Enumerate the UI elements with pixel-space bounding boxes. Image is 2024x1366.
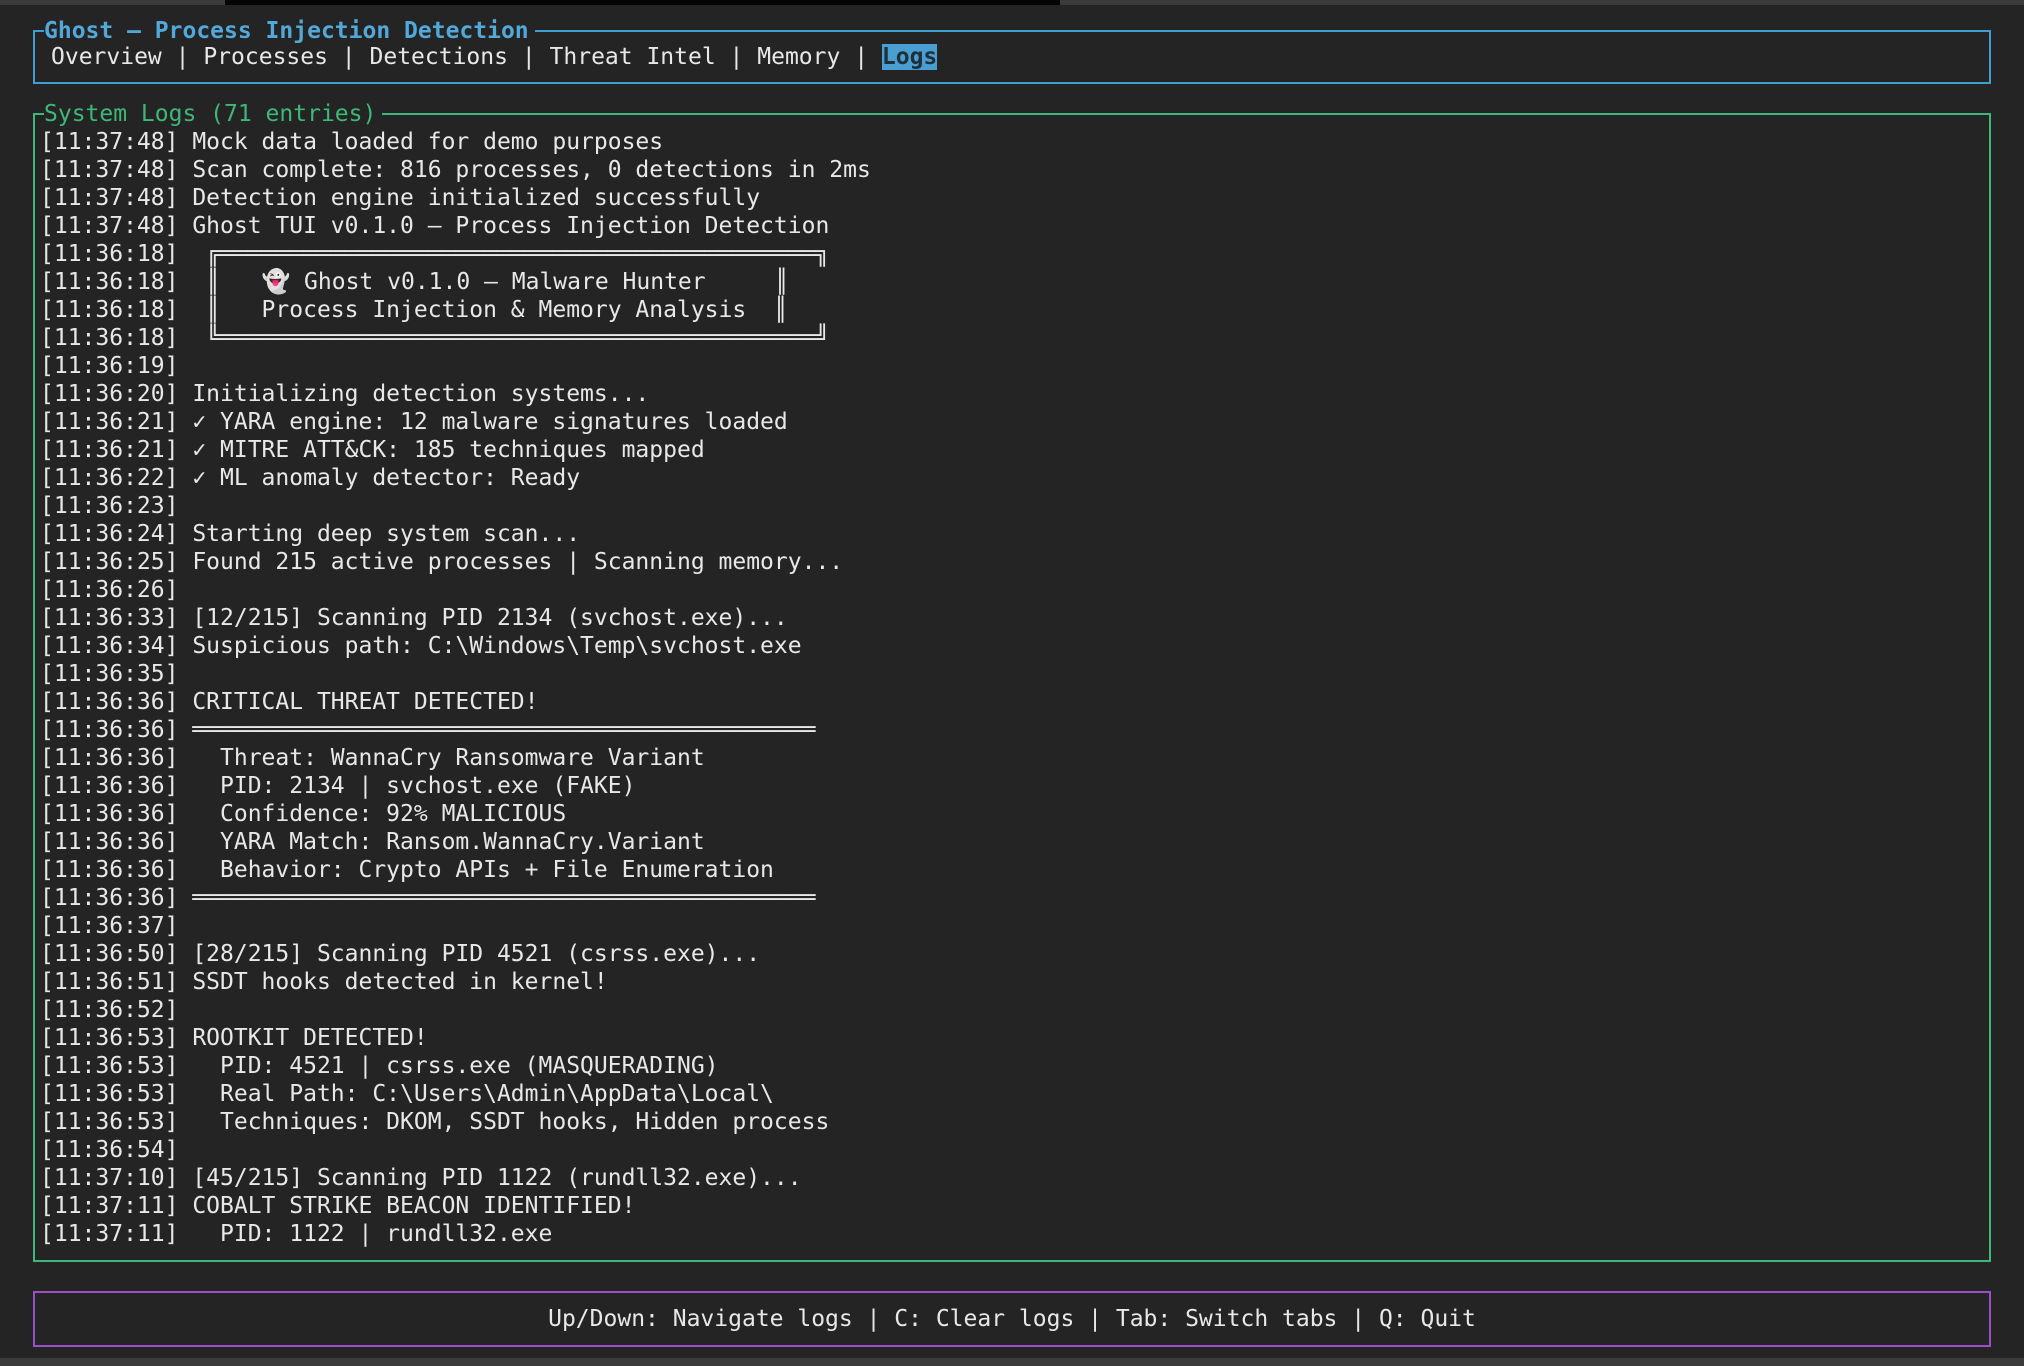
log-row: [11:36:21] ✓ YARA engine: 12 malware sig…	[40, 408, 1985, 436]
log-row: [11:36:24] Starting deep system scan...	[40, 520, 1985, 548]
log-row: [11:36:53] Real Path: C:\Users\Admin\App…	[40, 1080, 1985, 1108]
log-row: [11:37:11] PID: 1122 | rundll32.exe	[40, 1220, 1985, 1248]
log-row: [11:36:18] ║ 👻 Ghost v0.1.0 — Malware Hu…	[40, 268, 1985, 296]
log-row: [11:36:25] Found 215 active processes | …	[40, 548, 1985, 576]
log-row: [11:37:48] Ghost TUI v0.1.0 — Process In…	[40, 212, 1985, 240]
system-logs-panel: System Logs (71 entries) [11:37:48] Mock…	[33, 113, 1991, 1262]
log-row: [11:36:26]	[40, 576, 1985, 604]
log-row: [11:36:36] Confidence: 92% MALICIOUS	[40, 800, 1985, 828]
log-row: [11:36:50] [28/215] Scanning PID 4521 (c…	[40, 940, 1985, 968]
screen-top-edge	[0, 0, 2024, 5]
log-row: [11:36:36] CRITICAL THREAT DETECTED!	[40, 688, 1985, 716]
log-row: [11:36:19]	[40, 352, 1985, 380]
screen-top-edge-notch	[225, 0, 1060, 5]
log-list[interactable]: [11:37:48] Mock data loaded for demo pur…	[40, 128, 1985, 1256]
tab-separator: |	[840, 44, 882, 70]
header-panel: Ghost — Process Injection Detection Over…	[33, 30, 1991, 84]
tab-memory[interactable]: Memory	[757, 44, 840, 70]
log-row: [11:36:36] Behavior: Crypto APIs + File …	[40, 856, 1985, 884]
log-row: [11:36:34] Suspicious path: C:\Windows\T…	[40, 632, 1985, 660]
log-row: [11:36:23]	[40, 492, 1985, 520]
key-hints: Up/Down: Navigate logs | C: Clear logs |…	[35, 1306, 1989, 1332]
log-row: [11:36:36] ═════════════════════════════…	[40, 884, 1985, 912]
log-row: [11:36:35]	[40, 660, 1985, 688]
log-row: [11:36:53] ROOTKIT DETECTED!	[40, 1024, 1985, 1052]
log-row: [11:36:53] PID: 4521 | csrss.exe (MASQUE…	[40, 1052, 1985, 1080]
log-row: [11:36:36] PID: 2134 | svchost.exe (FAKE…	[40, 772, 1985, 800]
tab-overview[interactable]: Overview	[51, 44, 162, 70]
log-row: [11:36:33] [12/215] Scanning PID 2134 (s…	[40, 604, 1985, 632]
tab-separator: |	[328, 44, 370, 70]
log-row: [11:37:10] [45/215] Scanning PID 1122 (r…	[40, 1164, 1985, 1192]
log-row: [11:36:36] ═════════════════════════════…	[40, 716, 1985, 744]
log-row: [11:36:22] ✓ ML anomaly detector: Ready	[40, 464, 1985, 492]
log-row: [11:36:36] YARA Match: Ransom.WannaCry.V…	[40, 828, 1985, 856]
tab-detections[interactable]: Detections	[370, 44, 508, 70]
log-row: [11:36:21] ✓ MITRE ATT&CK: 185 technique…	[40, 436, 1985, 464]
log-row: [11:36:18] ╚════════════════════════════…	[40, 324, 1985, 352]
log-row: [11:37:48] Detection engine initialized …	[40, 184, 1985, 212]
log-row: [11:37:48] Scan complete: 816 processes,…	[40, 156, 1985, 184]
tab-logs[interactable]: Logs	[882, 44, 937, 70]
tab-processes[interactable]: Processes	[203, 44, 328, 70]
log-row: [11:37:11] COBALT STRIKE BEACON IDENTIFI…	[40, 1192, 1985, 1220]
tab-separator: |	[508, 44, 550, 70]
system-logs-title: System Logs (71 entries)	[44, 100, 382, 128]
footer-panel: Up/Down: Navigate logs | C: Clear logs |…	[33, 1291, 1991, 1347]
app-title: Ghost — Process Injection Detection	[44, 17, 535, 45]
log-row: [11:37:48] Mock data loaded for demo pur…	[40, 128, 1985, 156]
log-row: [11:36:18] ║ Process Injection & Memory …	[40, 296, 1985, 324]
log-row: [11:36:54]	[40, 1136, 1985, 1164]
log-row: [11:36:52]	[40, 996, 1985, 1024]
log-row: [11:36:51] SSDT hooks detected in kernel…	[40, 968, 1985, 996]
terminal-screen: { "header": { "title": "Ghost — Process …	[0, 0, 2024, 1366]
tab-threat-intel[interactable]: Threat Intel	[550, 44, 716, 70]
log-row: [11:36:53] Techniques: DKOM, SSDT hooks,…	[40, 1108, 1985, 1136]
log-row: [11:36:20] Initializing detection system…	[40, 380, 1985, 408]
tab-bar: Overview | Processes | Detections | Thre…	[51, 44, 937, 70]
log-row: [11:36:36] Threat: WannaCry Ransomware V…	[40, 744, 1985, 772]
tab-separator: |	[162, 44, 204, 70]
log-row: [11:36:37]	[40, 912, 1985, 940]
log-row: [11:36:18] ╔════════════════════════════…	[40, 240, 1985, 268]
screen-bottom-edge	[0, 1358, 2024, 1366]
tab-separator: |	[716, 44, 758, 70]
